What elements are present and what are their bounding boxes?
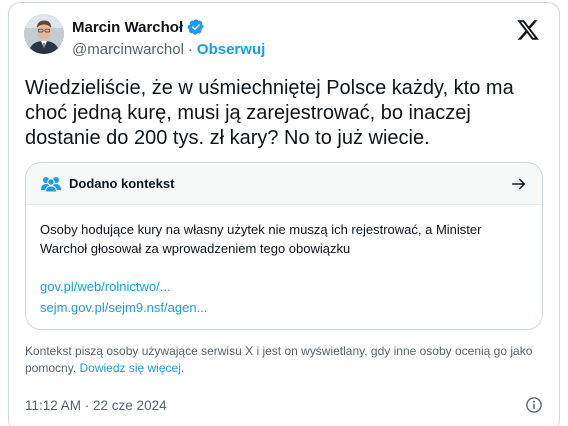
avatar-image [24, 14, 64, 54]
learn-more-link[interactable]: Dowiedz się więcej [79, 361, 180, 375]
timestamp[interactable]: 11:12 AM · 22 cze 2024 [25, 398, 167, 413]
handle-separator: · [187, 40, 193, 58]
community-note[interactable]: Dodano kontekst Osoby hodujące kury na w… [25, 162, 543, 330]
verified-badge-icon[interactable] [187, 18, 205, 36]
community-note-header[interactable]: Dodano kontekst [26, 163, 542, 205]
tweet-footer: 11:12 AM · 22 cze 2024 [25, 396, 545, 416]
community-note-text: Osoby hodujące kury na własny użytek nie… [40, 222, 482, 256]
avatar[interactable] [24, 14, 64, 54]
disclaimer-end: . [180, 361, 185, 375]
community-note-body: Osoby hodujące kury na własny użytek nie… [26, 205, 542, 318]
info-icon[interactable] [525, 396, 543, 414]
community-note-title: Dodano kontekst [69, 176, 175, 191]
tweet-text: Wiedzieliście, że w uśmiechniętej Polsce… [25, 77, 514, 149]
author-names: Marcin Warchoł @marcinwarchol · Obserwuj [72, 16, 265, 60]
source-link-sejm[interactable]: sejm.gov.pl/sejm9.nsf/agen... [40, 297, 528, 318]
follow-button[interactable]: Obserwuj [197, 41, 265, 58]
tweet-header: Marcin Warchoł @marcinwarchol · Obserwuj [24, 14, 544, 64]
arrow-right-icon[interactable] [510, 175, 528, 193]
people-icon [40, 174, 62, 194]
author-handle[interactable]: @marcinwarchol [72, 41, 184, 58]
author-display-name[interactable]: Marcin Warchoł [72, 19, 183, 36]
source-link-gov[interactable]: gov.pl/web/rolnictwo/... [40, 276, 528, 297]
community-note-links: gov.pl/web/rolnictwo/... sejm.gov.pl/sej… [40, 276, 528, 318]
community-note-disclaimer: Kontekst piszą osoby używające serwisu X… [25, 343, 550, 377]
x-logo-icon[interactable] [516, 18, 540, 42]
